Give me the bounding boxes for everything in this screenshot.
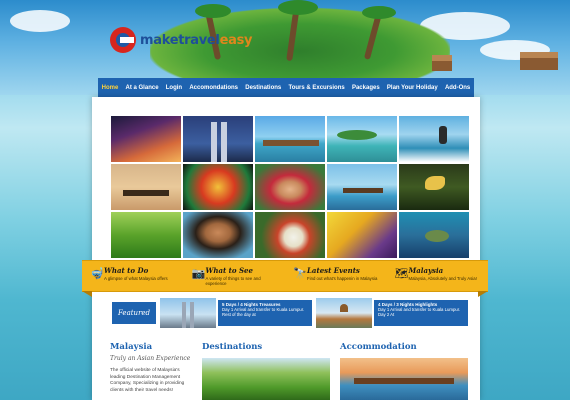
malaysia-description: The official website of Malaysia's leadi…: [110, 368, 185, 393]
photo-batik-hands[interactable]: [326, 211, 398, 259]
site-logo[interactable]: maketraveleasy: [110, 27, 252, 53]
nav-accomondations[interactable]: Accomondations: [189, 85, 238, 91]
photo-hornbill[interactable]: [398, 163, 470, 211]
palm-frond: [195, 4, 231, 18]
featured-package-1[interactable]: 5 Days / 4 Nights Treasures Day 1 Arriva…: [218, 300, 312, 326]
photo-boats-lake[interactable]: [326, 163, 398, 211]
photo-woman-hijab[interactable]: [254, 163, 326, 211]
feature-title: Malaysia: [408, 266, 444, 275]
accommodation-heading[interactable]: Accommodation: [340, 342, 417, 352]
photo-sunset-sky[interactable]: [110, 115, 182, 163]
photo-water-villas[interactable]: [254, 115, 326, 163]
featured-package-2[interactable]: 4 Days / 3 Nights Highlights Day 1 Arriv…: [374, 300, 468, 326]
package-description: Day 1 Arrival and transfer to Kuala Lump…: [222, 307, 305, 317]
logo-text-accent: easy: [219, 32, 253, 48]
destinations-image[interactable]: [202, 358, 330, 400]
photo-tea-plantation[interactable]: [110, 211, 182, 259]
feature-malaysia[interactable]: 🗺 Malaysia Malaysia, Absolutely and Trul…: [387, 261, 489, 291]
photo-tropical-beach[interactable]: [326, 115, 398, 163]
accommodation-image[interactable]: [340, 358, 468, 400]
feature-title: What to Do: [104, 266, 149, 275]
feature-text: Find out what's happenin in Malaysia: [307, 276, 378, 281]
binoculars-icon: 🔭: [293, 268, 307, 280]
photo-petronas-towers[interactable]: [182, 115, 254, 163]
diver-icon: 🤿: [90, 268, 104, 280]
nav-plan-your-holiday[interactable]: Plan Your Holiday: [387, 85, 438, 91]
package-description: Day 1 Arrival and transfer to Kuala Lump…: [378, 307, 461, 317]
feature-title: What to See: [205, 266, 253, 275]
nav-add-ons[interactable]: Add-Ons: [445, 85, 470, 91]
photo-malaysian-food[interactable]: [254, 211, 326, 259]
nav-tours-excursions[interactable]: Tours & Excursions: [288, 85, 344, 91]
logo-text: maketraveleasy: [140, 33, 252, 48]
cloud: [10, 10, 70, 32]
nav-destinations[interactable]: Destinations: [245, 85, 281, 91]
nav-home[interactable]: Home: [102, 85, 119, 91]
photo-wau-kite[interactable]: [182, 163, 254, 211]
nav-login[interactable]: Login: [166, 85, 182, 91]
featured-image-sultan-building[interactable]: [316, 298, 372, 328]
feature-text: Malaysia, Absolutely and Truly Asia!: [408, 276, 477, 281]
featured-image-kl-towers[interactable]: [160, 298, 216, 328]
camera-icon: 📷: [191, 268, 206, 280]
feature-what-to-do[interactable]: 🤿 What to Do A glimpse of what Malaysia …: [82, 261, 184, 291]
photo-sunset-boats[interactable]: [110, 163, 182, 211]
palm-frond: [278, 0, 318, 15]
feature-ribbon: 🤿 What to Do A glimpse of what Malaysia …: [82, 260, 489, 297]
feature-text: A glimpse of what Malaysia offers: [104, 276, 168, 281]
malaysia-heading: Malaysia: [110, 342, 153, 352]
photo-sea-turtle[interactable]: [398, 211, 470, 259]
feature-text: A variety of things to see and experienc…: [205, 276, 261, 286]
photo-smiling-woman[interactable]: [182, 211, 254, 259]
water-villa: [432, 55, 452, 71]
feature-latest-events[interactable]: 🔭 Latest Events Find out what's happenin…: [285, 261, 387, 291]
water-villa: [520, 52, 558, 70]
photo-grid: [110, 115, 470, 260]
main-navigation: Home At a Glance Login Accomondations De…: [98, 78, 474, 99]
photo-surfer[interactable]: [398, 115, 470, 163]
destinations-heading[interactable]: Destinations: [202, 342, 262, 352]
feature-title: Latest Events: [307, 266, 360, 275]
feature-what-to-see[interactable]: 📷 What to See A variety of things to see…: [184, 261, 286, 291]
map-icon: 🗺: [394, 268, 409, 280]
malaysia-subtitle: Truly an Asian Experience: [110, 355, 191, 362]
palm-frond: [362, 6, 396, 19]
logo-text-main: maketravel: [140, 32, 220, 48]
featured-label: Featured: [112, 302, 156, 324]
nav-packages[interactable]: Packages: [352, 85, 380, 91]
logo-icon: [110, 27, 136, 53]
nav-at-a-glance[interactable]: At a Glance: [126, 85, 159, 91]
